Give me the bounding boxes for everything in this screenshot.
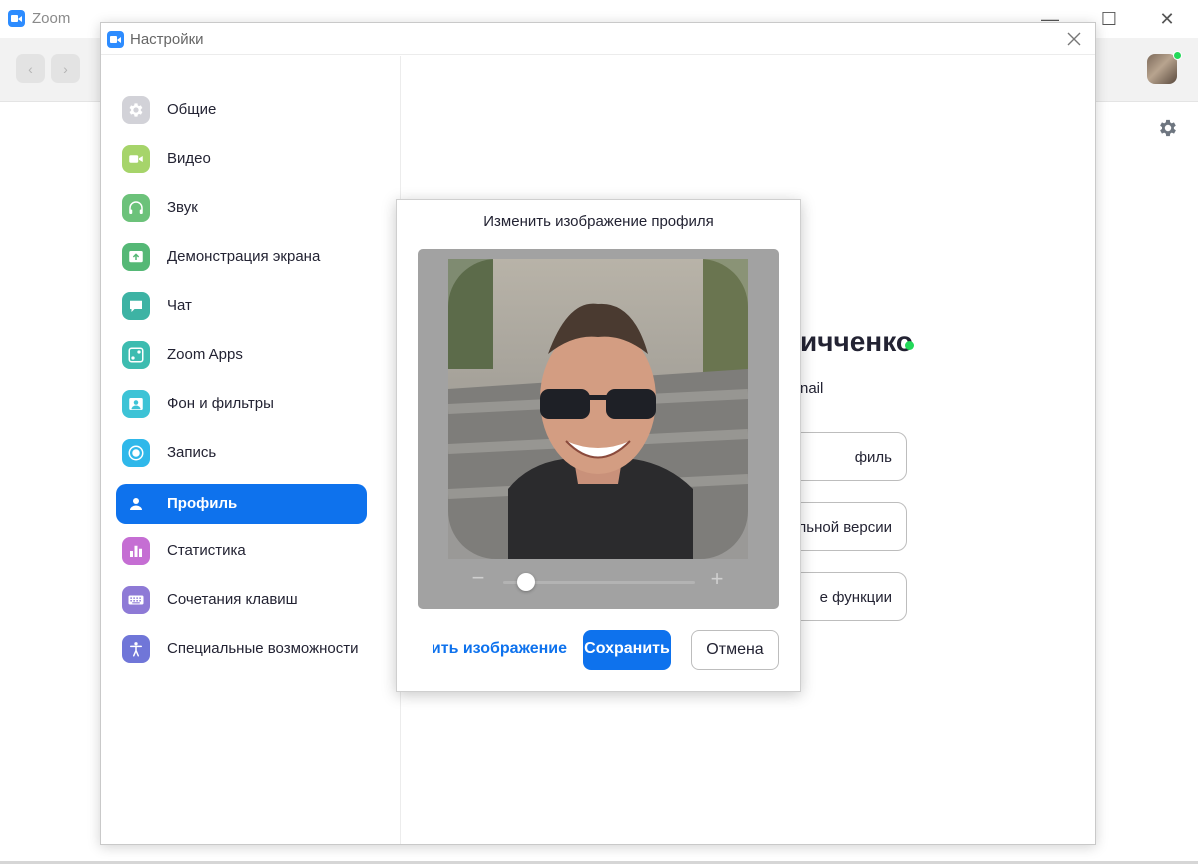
- sidebar-item-recording[interactable]: Запись: [116, 433, 367, 473]
- sidebar-item-label: Zoom Apps: [167, 346, 243, 363]
- sidebar-item-label: Видео: [167, 150, 211, 167]
- sidebar-item-accessibility[interactable]: Специальные возможности: [116, 629, 367, 669]
- close-button[interactable]: ✕: [1147, 6, 1187, 32]
- background-portrait-icon: [122, 390, 150, 418]
- keyboard-icon: [122, 586, 150, 614]
- presence-indicator: [1173, 51, 1182, 60]
- back-button[interactable]: ‹: [16, 54, 45, 83]
- sidebar-item-statistics[interactable]: Статистика: [116, 531, 367, 571]
- crop-area: − +: [418, 249, 779, 609]
- zoom-slider[interactable]: [503, 573, 695, 591]
- dialog-title: Изменить изображение профиля: [483, 213, 714, 230]
- sidebar-item-general[interactable]: Общие: [116, 90, 367, 130]
- person-icon: [122, 490, 150, 518]
- zoom-in-icon[interactable]: +: [708, 568, 726, 590]
- profile-photo[interactable]: [448, 259, 748, 559]
- sidebar-item-zoom-apps[interactable]: Zoom Apps: [116, 335, 367, 375]
- close-icon[interactable]: [1063, 28, 1085, 50]
- main-window-title: Zoom: [32, 10, 71, 27]
- sidebar-item-label: Специальные возможности: [167, 640, 359, 657]
- record-icon: [122, 439, 150, 467]
- sidebar-item-keyboard-shortcuts[interactable]: Сочетания клавиш: [116, 580, 367, 620]
- sidebar-item-video[interactable]: Видео: [116, 139, 367, 179]
- settings-titlebar: Настройки: [101, 23, 1095, 55]
- cancel-button[interactable]: Отмена: [691, 630, 779, 670]
- zoom-out-icon[interactable]: −: [470, 567, 486, 589]
- sidebar-item-chat[interactable]: Чат: [116, 286, 367, 326]
- share-screen-icon: [122, 243, 150, 271]
- video-camera-icon: [122, 145, 150, 173]
- sidebar-item-label: Звук: [167, 199, 198, 216]
- forward-button[interactable]: ›: [51, 54, 80, 83]
- profile-email: nail: [800, 380, 824, 397]
- sidebar-item-audio[interactable]: Звук: [116, 188, 367, 228]
- apps-icon: [122, 341, 150, 369]
- presence-indicator: [905, 341, 914, 350]
- accessibility-icon: [122, 635, 150, 663]
- sidebar-item-background-filters[interactable]: Фон и фильтры: [116, 384, 367, 424]
- sidebar-item-label: Фон и фильтры: [167, 395, 274, 412]
- change-picture-link[interactable]: Изменить изображение: [433, 640, 567, 662]
- bar-chart-icon: [122, 537, 150, 565]
- chat-bubble-icon: [122, 292, 150, 320]
- sidebar-item-label: Чат: [167, 297, 192, 314]
- user-avatar[interactable]: [1147, 51, 1182, 84]
- sidebar-item-label: Запись: [167, 444, 217, 461]
- sidebar-item-label: Общие: [167, 101, 217, 118]
- save-button[interactable]: Сохранить: [583, 630, 671, 670]
- gear-icon[interactable]: [1157, 117, 1179, 139]
- sidebar-item-profile[interactable]: Профиль: [116, 484, 367, 524]
- sidebar-item-label: Статистика: [167, 542, 246, 559]
- profile-name: ичченко: [800, 326, 913, 357]
- settings-sidebar: Общие Видео Звук Демонстрация экрана Чат: [101, 56, 401, 844]
- zoom-logo-icon: [107, 31, 124, 48]
- zoom-slider-thumb[interactable]: [517, 573, 536, 591]
- settings-title: Настройки: [130, 31, 204, 48]
- zoom-logo-icon: [8, 10, 25, 27]
- headphones-icon: [122, 194, 150, 222]
- sidebar-item-label: Демонстрация экрана: [167, 248, 321, 265]
- sidebar-item-label: Сочетания клавиш: [167, 591, 298, 608]
- gear-icon: [122, 96, 150, 124]
- sidebar-item-label: Профиль: [167, 495, 238, 512]
- edit-profile-picture-dialog: Изменить изображение профиля − + ить изо…: [396, 199, 801, 692]
- sidebar-item-share-screen[interactable]: Демонстрация экрана: [116, 237, 367, 277]
